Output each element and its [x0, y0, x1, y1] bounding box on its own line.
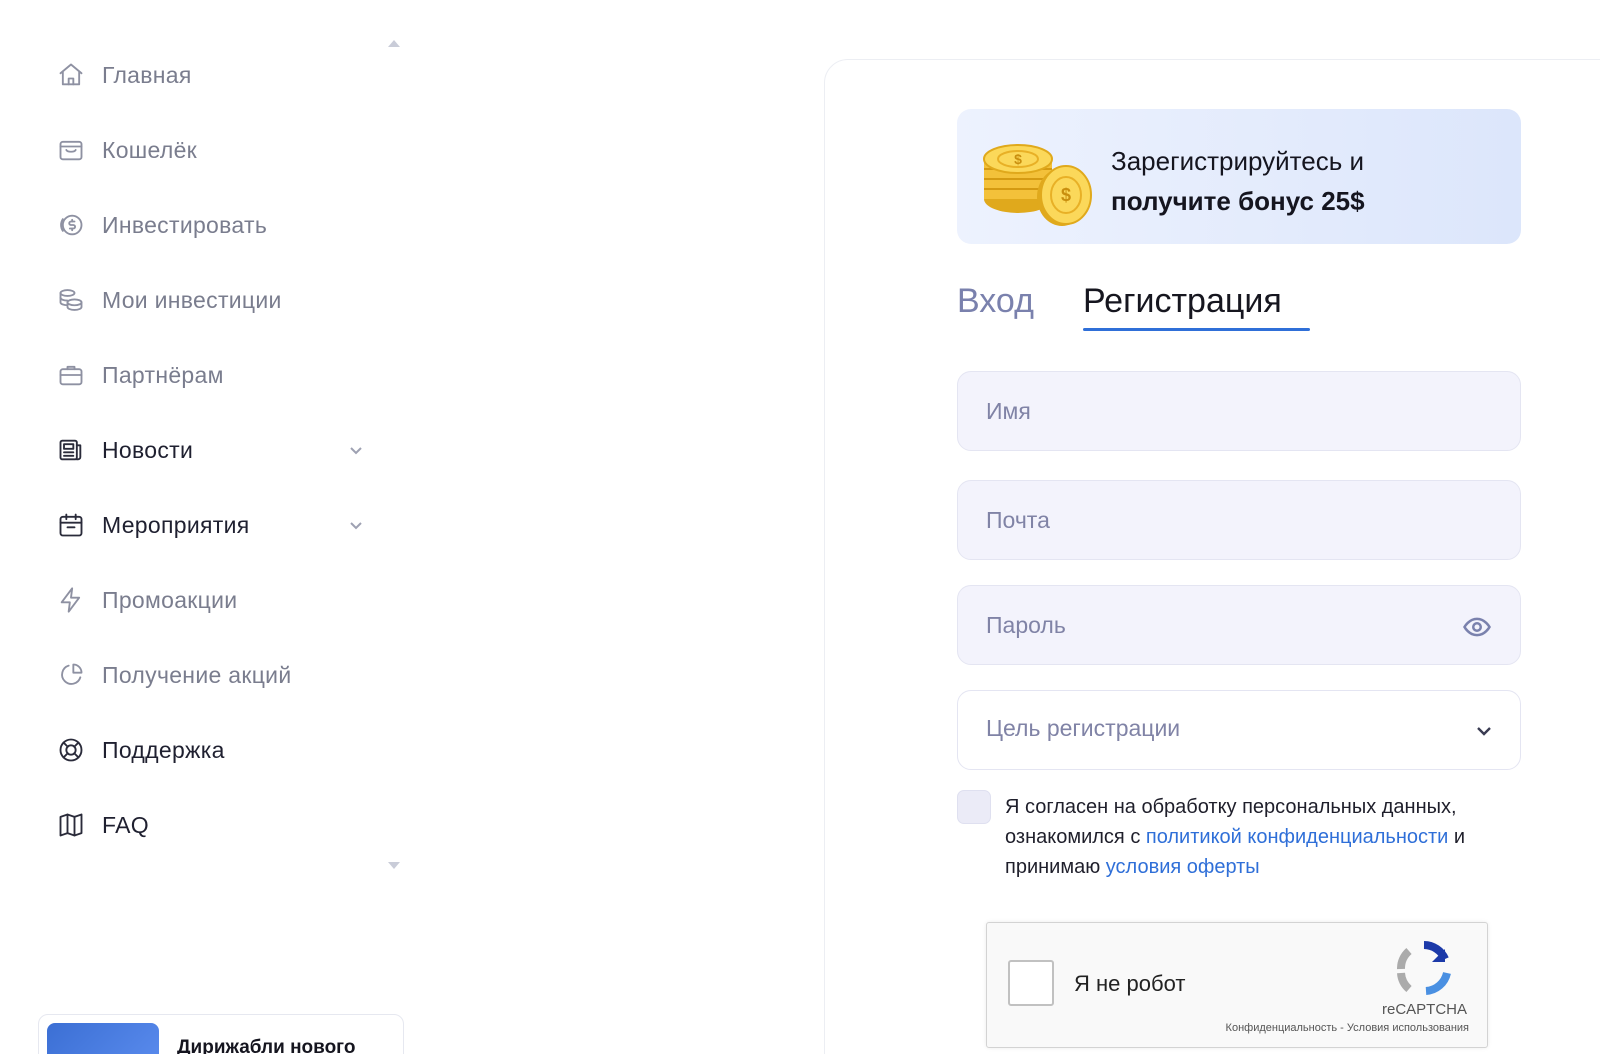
sidebar-item-news[interactable]: Новости — [56, 430, 376, 470]
svg-text:$: $ — [1061, 185, 1071, 205]
password-input[interactable] — [958, 586, 1520, 664]
sidebar-item-label: Инвестировать — [102, 211, 268, 238]
sidebar-item-faq[interactable]: FAQ — [56, 805, 376, 845]
promo-card-title: Дирижабли нового — [177, 1037, 356, 1054]
offer-terms-link[interactable]: условия оферты — [1106, 856, 1260, 878]
promo-card[interactable]: Дирижабли нового — [38, 1014, 404, 1054]
coins-icon: $ $ — [983, 144, 1092, 226]
sidebar-item-promotions[interactable]: Промоакции — [56, 580, 376, 620]
wallet-icon — [56, 135, 86, 165]
sidebar-item-invest[interactable]: Инвестировать — [56, 205, 376, 245]
newspaper-icon — [56, 435, 86, 465]
sidebar-item-get-shares[interactable]: Получение акций — [56, 655, 376, 695]
recaptcha-checkbox[interactable] — [1008, 960, 1054, 1006]
email-input[interactable] — [958, 481, 1520, 559]
sidebar-item-label: Поддержка — [102, 736, 225, 763]
consent-text: Я согласен на обработку персональных дан… — [1005, 792, 1535, 882]
sidebar-item-home[interactable]: Главная — [56, 55, 376, 95]
briefcase-icon — [56, 360, 86, 390]
privacy-policy-link[interactable]: политикой конфиденциальности — [1146, 826, 1448, 848]
registration-goal-value: Цель регистрации — [986, 715, 1181, 741]
sidebar-item-label: Промоакции — [102, 586, 238, 613]
coins-stack-icon — [56, 285, 86, 315]
pie-chart-icon — [56, 660, 86, 690]
bonus-banner: $ $ Зарегистрируйтесь и получите бонус 2… — [957, 109, 1521, 244]
sidebar-item-label: Партнёрам — [102, 361, 224, 388]
sidebar-item-partners[interactable]: Партнёрам — [56, 355, 376, 395]
sidebar-item-label: Получение акций — [102, 661, 292, 688]
chevron-down-icon[interactable] — [348, 442, 364, 458]
sidebar-item-label: Главная — [102, 61, 192, 88]
sidebar-item-label: Мои инвестиции — [102, 286, 282, 313]
calendar-icon — [56, 510, 86, 540]
recaptcha-brand: reCAPTCHA — [1381, 1001, 1467, 1018]
email-field — [957, 480, 1521, 560]
chevron-down-icon[interactable] — [348, 517, 364, 533]
book-icon — [56, 810, 86, 840]
sidebar-item-label: Мероприятия — [102, 511, 250, 538]
sidebar-item-events[interactable]: Мероприятия — [56, 505, 376, 545]
sidebar-item-support[interactable]: Поддержка — [56, 730, 376, 770]
sidebar-item-my-investments[interactable]: Мои инвестиции — [56, 280, 376, 320]
recaptcha-logo-icon — [1397, 941, 1451, 995]
name-input[interactable] — [958, 372, 1520, 450]
lightning-icon — [56, 585, 86, 615]
sidebar-item-label: Новости — [102, 436, 194, 463]
recaptcha-label: Я не робот — [1074, 971, 1186, 996]
home-icon — [56, 60, 86, 90]
sidebar: Главная Кошелёк Инвестировать Мои инвест… — [0, 0, 410, 1054]
eye-icon[interactable] — [1462, 612, 1492, 642]
sidebar-item-label: FAQ — [102, 811, 149, 838]
scroll-up-arrow-icon[interactable] — [388, 40, 400, 47]
bonus-banner-line2: получите бонус 25$ — [1111, 186, 1365, 216]
tab-login[interactable]: Вход — [957, 282, 1034, 321]
name-field — [957, 371, 1521, 451]
consent-checkbox[interactable] — [957, 790, 991, 824]
sidebar-item-wallet[interactable]: Кошелёк — [56, 130, 376, 170]
sidebar-item-label: Кошелёк — [102, 136, 198, 163]
bonus-banner-line1: Зарегистрируйтесь и — [1111, 146, 1365, 176]
registration-goal-select[interactable]: Цель регистрации — [957, 690, 1521, 770]
scroll-down-arrow-icon[interactable] — [388, 862, 400, 869]
dollar-coin-icon — [56, 210, 86, 240]
active-tab-indicator — [1083, 328, 1310, 331]
chevron-down-icon — [1474, 721, 1494, 741]
svg-text:$: $ — [1014, 151, 1022, 167]
recaptcha-terms-link[interactable]: Конфиденциальность - Условия использован… — [1226, 1022, 1469, 1034]
recaptcha-widget: Я не робот reCAPTCHA Конфиденциальность … — [986, 922, 1488, 1048]
password-field — [957, 585, 1521, 665]
bonus-banner-text: Зарегистрируйтесь и получите бонус 25$ — [1111, 141, 1365, 221]
promo-thumbnail — [47, 1023, 159, 1054]
tab-register[interactable]: Регистрация — [1083, 282, 1282, 321]
lifebuoy-icon — [56, 735, 86, 765]
